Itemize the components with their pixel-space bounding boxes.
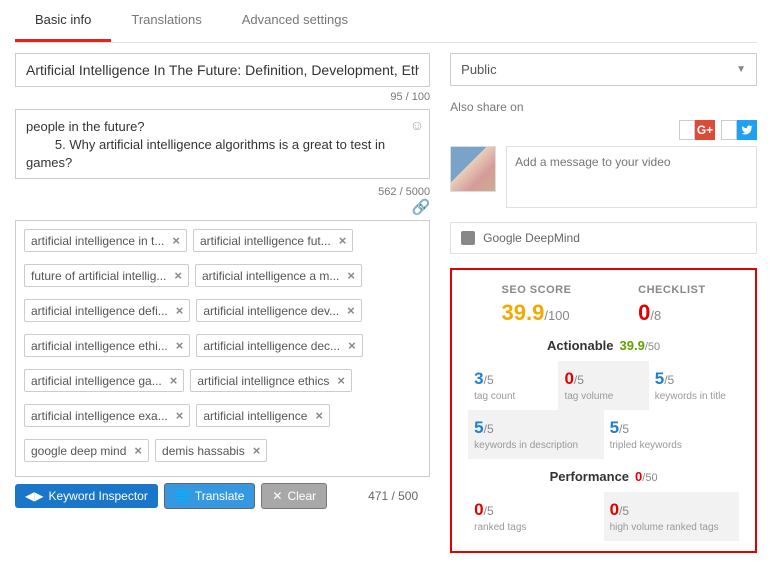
tag-chip[interactable]: artificial intelligence ga... × [24, 369, 184, 392]
tag-chip[interactable]: artificial intelligence dev... × [196, 299, 361, 322]
translate-icon: 🌐 [175, 489, 190, 503]
tag-remove-icon[interactable]: × [172, 233, 180, 248]
checklist-label: CHECKLIST [638, 284, 705, 296]
tag-chip[interactable]: artificial intelligence exa... × [24, 404, 190, 427]
tag-chip[interactable]: artificial intelligence ethi... × [24, 334, 190, 357]
left-column: 95 / 100 people in the future? 5. Why ar… [15, 53, 430, 553]
metric-ranked: 0/5ranked tags [468, 492, 603, 541]
deepmind-label: Google DeepMind [483, 231, 580, 245]
right-column: Public ▼ Also share on G+ Google DeepMin… [450, 53, 757, 553]
tag-remove-icon[interactable]: × [176, 408, 184, 423]
metric-highvol: 0/5high volume ranked tags [604, 492, 739, 541]
keyword-inspector-label: Keyword Inspector [48, 489, 147, 503]
tag-remove-icon[interactable]: × [134, 443, 142, 458]
share-label: Also share on [450, 100, 757, 114]
tag-chip[interactable]: artificial intelligence fut... × [193, 229, 353, 252]
share-message-textarea[interactable] [506, 146, 757, 208]
privacy-dropdown[interactable]: Public ▼ [450, 53, 757, 86]
title-counter: 95 / 100 [15, 91, 430, 103]
checklist-value: 0 [638, 300, 650, 325]
emoji-icon[interactable]: ☺ [410, 117, 424, 133]
tag-remove-icon[interactable]: × [315, 408, 323, 423]
tag-chip[interactable]: artificial intelligence dec... × [196, 334, 362, 357]
inspector-icon: ◀▶ [25, 489, 43, 503]
seo-score-block: SEO SCORE 39.9/100 [502, 284, 572, 326]
checklist-denom: /8 [650, 308, 661, 323]
tag-chip[interactable]: google deep mind × [24, 439, 149, 462]
tabs-bar: Basic info Translations Advanced setting… [15, 0, 757, 43]
tag-label: future of artificial intellig... [31, 269, 166, 283]
clear-button[interactable]: ✕ Clear [261, 483, 327, 509]
tag-label: artificial intellignce ethics [197, 374, 329, 388]
deepmind-icon [461, 231, 475, 245]
tag-label: artificial intelligence defi... [31, 304, 168, 318]
metric-kw-title: 5/5keywords in title [649, 361, 739, 410]
checklist-block: CHECKLIST 0/8 [638, 284, 705, 326]
tags-counter: 471 / 500 [368, 489, 418, 503]
tag-remove-icon[interactable]: × [337, 373, 345, 388]
twitter-toggle[interactable] [721, 120, 757, 140]
tag-remove-icon[interactable]: × [348, 338, 356, 353]
title-input[interactable] [15, 53, 430, 87]
tag-chip[interactable]: artificial intelligence a m... × [195, 264, 362, 287]
performance-grid: 0/5ranked tags0/5high volume ranked tags [468, 492, 739, 541]
avatar [450, 146, 496, 192]
tag-label: artificial intelligence a m... [202, 269, 339, 283]
tag-label: artificial intelligence [203, 409, 307, 423]
tag-remove-icon[interactable]: × [176, 303, 184, 318]
clear-label: Clear [287, 489, 316, 503]
description-textarea[interactable]: people in the future? 5. Why artificial … [15, 109, 430, 179]
performance-header: Performance0/50 [468, 469, 739, 484]
tag-remove-icon[interactable]: × [176, 338, 184, 353]
translate-label: Translate [195, 489, 245, 503]
twitter-icon [737, 120, 757, 140]
metric-tripled: 5/5tripled keywords [604, 410, 739, 459]
translate-button[interactable]: 🌐 Translate [164, 483, 256, 509]
tag-remove-icon[interactable]: × [253, 443, 261, 458]
tag-remove-icon[interactable]: × [347, 268, 355, 283]
privacy-label: Public [461, 62, 496, 77]
tag-chip[interactable]: artificial intellignce ethics × [190, 369, 352, 392]
seo-score-value: 39.9 [502, 300, 545, 325]
keyword-inspector-button[interactable]: ◀▶ Keyword Inspector [15, 484, 158, 508]
tag-chip[interactable]: demis hassabis × [155, 439, 267, 462]
tag-label: artificial intelligence in t... [31, 234, 164, 248]
tab-basic-info[interactable]: Basic info [15, 0, 111, 42]
actionable-grid: 3/5tag count0/5tag volume5/5keywords in … [468, 361, 739, 459]
attachment-icon[interactable]: 🔗 [411, 199, 430, 216]
tag-label: demis hassabis [162, 444, 245, 458]
tag-chip[interactable]: artificial intelligence defi... × [24, 299, 190, 322]
tag-remove-icon[interactable]: × [347, 303, 355, 318]
caret-down-icon: ▼ [736, 64, 746, 75]
seo-score-denom: /100 [544, 308, 569, 323]
tags-box[interactable]: artificial intelligence in t...×artifici… [15, 220, 430, 477]
tab-advanced-settings[interactable]: Advanced settings [222, 0, 368, 42]
tag-chip[interactable]: future of artificial intellig... × [24, 264, 189, 287]
tag-label: google deep mind [31, 444, 126, 458]
tag-label: artificial intelligence ethi... [31, 339, 168, 353]
tag-label: artificial intelligence dec... [203, 339, 340, 353]
metric-tag-volume: 0/5tag volume [558, 361, 648, 410]
seo-panel: SEO SCORE 39.9/100 CHECKLIST 0/8 Actiona… [450, 268, 757, 553]
tab-translations[interactable]: Translations [111, 0, 221, 42]
tag-remove-icon[interactable]: × [170, 373, 178, 388]
tag-label: artificial intelligence fut... [200, 234, 331, 248]
tag-label: artificial intelligence exa... [31, 409, 168, 423]
metric-kw-desc: 5/5keywords in description [468, 410, 603, 459]
metric-tag-count: 3/5tag count [468, 361, 558, 410]
description-counter: 562 / 5000 [378, 186, 430, 198]
gplus-toggle[interactable]: G+ [679, 120, 715, 140]
tag-remove-icon[interactable]: × [174, 268, 182, 283]
tag-label: artificial intelligence ga... [31, 374, 162, 388]
gplus-icon: G+ [695, 120, 715, 140]
tag-chip[interactable]: artificial intelligence × [196, 404, 330, 427]
actionable-header: Actionable39.9/50 [468, 338, 739, 353]
seo-score-label: SEO SCORE [502, 284, 572, 296]
tag-chip[interactable]: artificial intelligence in t... × [24, 229, 187, 252]
tag-label: artificial intelligence dev... [203, 304, 339, 318]
clear-icon: ✕ [272, 489, 282, 503]
tag-remove-icon[interactable]: × [339, 233, 347, 248]
deepmind-row[interactable]: Google DeepMind [450, 222, 757, 254]
